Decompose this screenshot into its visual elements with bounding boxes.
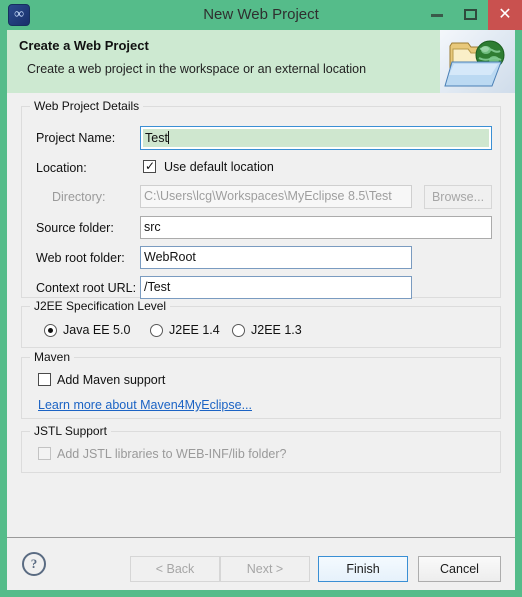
next-button: Next > (220, 556, 310, 582)
web-root-folder-input[interactable]: WebRoot (140, 246, 412, 269)
radio-j2ee-14[interactable] (150, 324, 163, 337)
finish-button-label: Finish (346, 562, 380, 576)
project-name-input[interactable]: Test (140, 126, 492, 150)
project-name-value: Test (145, 131, 168, 145)
header-title: Create a Web Project (19, 38, 149, 53)
radio-label-java-ee-50: Java EE 5.0 (63, 323, 131, 337)
add-jstl-libraries-label: Add JSTL libraries to WEB-INF/lib folder… (57, 447, 287, 461)
context-root-url-input[interactable]: /Test (140, 276, 412, 299)
window-bottom-edge (0, 590, 522, 597)
location-label: Location: (36, 161, 87, 175)
source-folder-value: src (144, 220, 161, 234)
context-root-url-value: /Test (144, 280, 171, 294)
finish-button[interactable]: Finish (318, 556, 408, 582)
radio-dot-icon (48, 328, 53, 333)
maximize-button[interactable] (454, 0, 488, 30)
help-icon[interactable]: ? (22, 552, 46, 576)
header-subtitle: Create a web project in the workspace or… (27, 62, 367, 76)
radio-j2ee-13[interactable] (232, 324, 245, 337)
group-j2ee-specification-level: J2EE Specification Level Java EE 5.0 J2E… (21, 299, 501, 348)
minimize-icon (431, 14, 443, 17)
add-maven-support-checkbox[interactable] (38, 373, 51, 386)
source-folder-label: Source folder: (36, 221, 114, 235)
project-name-label: Project Name: (36, 131, 116, 145)
radio-label-j2ee-13: J2EE 1.3 (251, 323, 302, 337)
title-bar: ∞ New Web Project ✕ (0, 0, 522, 30)
browse-button-label: Browse... (431, 190, 485, 204)
close-icon: ✕ (498, 6, 512, 23)
close-button[interactable]: ✕ (488, 0, 522, 30)
use-default-location-checkbox[interactable]: ✓ (143, 159, 156, 173)
text-caret (167, 131, 169, 144)
back-button-label: < Back (155, 562, 195, 576)
group-web-project-details: Web Project Details Project Name: Test L… (21, 99, 501, 299)
group-legend-web-project-details: Web Project Details (30, 99, 144, 113)
source-folder-input[interactable]: src (140, 216, 492, 239)
group-legend-maven: Maven (30, 350, 75, 364)
new-web-project-dialog: ∞ New Web Project ✕ Create a Web Project… (0, 0, 522, 597)
browse-button: Browse... (424, 185, 492, 209)
maven4myeclipse-link[interactable]: Learn more about Maven4MyEclipse... (38, 398, 252, 412)
context-root-url-label: Context root URL: (36, 281, 137, 295)
add-jstl-libraries-checkbox (38, 447, 51, 460)
directory-label: Directory: (52, 190, 106, 204)
add-maven-support-label: Add Maven support (57, 373, 166, 387)
web-project-folder-globe-icon (440, 30, 515, 93)
minimize-button[interactable] (420, 0, 454, 30)
dialog-content: Web Project Details Project Name: Test L… (7, 93, 515, 537)
directory-value: C:\Users\lcg\Workspaces\MyEclipse 8.5\Te… (144, 189, 392, 203)
wizard-header: Create a Web Project Create a web projec… (7, 30, 515, 93)
group-jstl-support: JSTL Support Add JSTL libraries to WEB-I… (21, 424, 501, 473)
cancel-button-label: Cancel (440, 562, 479, 576)
group-legend-j2ee-specification-level: J2EE Specification Level (30, 299, 171, 313)
web-root-folder-label: Web root folder: (36, 251, 125, 265)
group-maven: Maven Add Maven support Learn more about… (21, 350, 501, 419)
use-default-location-label: Use default location (164, 160, 274, 174)
web-root-folder-value: WebRoot (144, 250, 196, 264)
radio-label-j2ee-14: J2EE 1.4 (169, 323, 220, 337)
group-legend-jstl-support: JSTL Support (30, 424, 111, 438)
radio-java-ee-50[interactable] (44, 324, 57, 337)
maximize-icon (464, 9, 477, 20)
back-button: < Back (130, 556, 220, 582)
cancel-button[interactable]: Cancel (418, 556, 501, 582)
checkmark-icon: ✓ (145, 159, 156, 173)
directory-input: C:\Users\lcg\Workspaces\MyEclipse 8.5\Te… (140, 185, 412, 208)
next-button-label: Next > (246, 562, 284, 576)
